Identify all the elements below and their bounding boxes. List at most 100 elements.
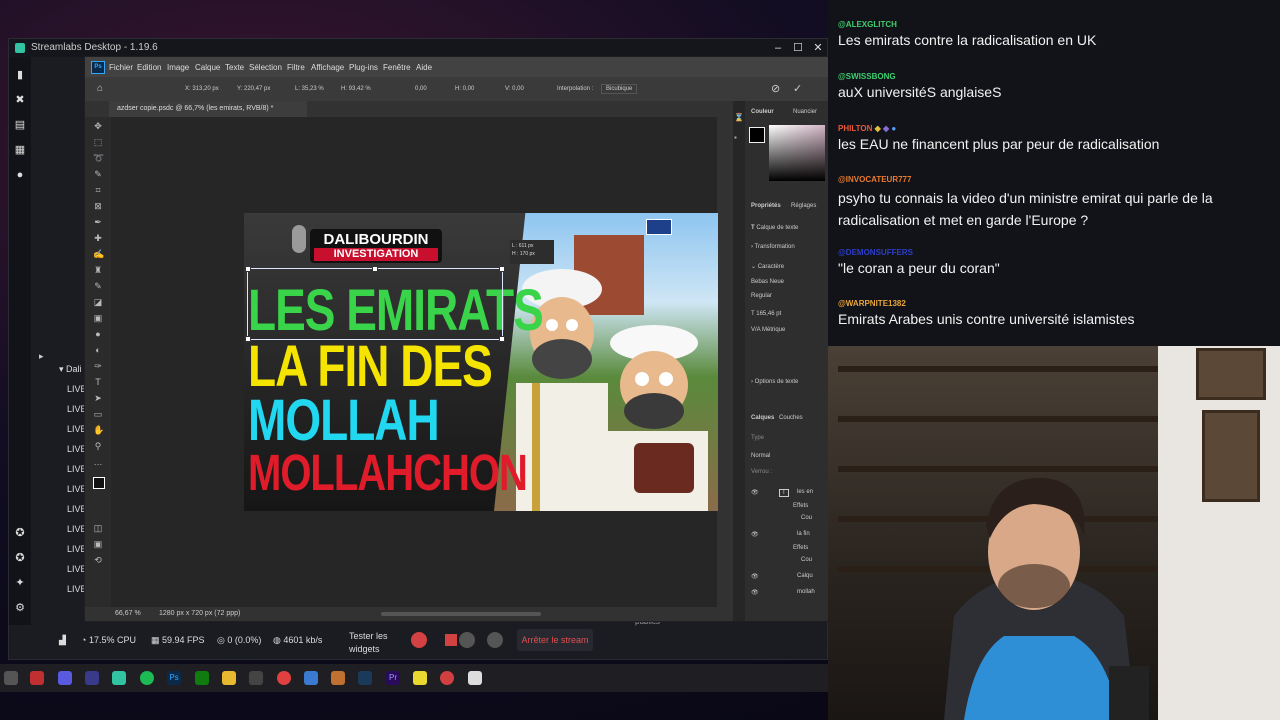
- menu-aide[interactable]: Aide: [416, 63, 432, 72]
- tab-couches[interactable]: Couches: [779, 415, 803, 421]
- caractere-section[interactable]: ⌄ Caractère: [751, 263, 784, 270]
- tab-reglages[interactable]: Réglages: [791, 203, 816, 209]
- crop-tool-icon[interactable]: ⌗: [93, 185, 103, 195]
- healing-tool-icon[interactable]: ✚: [93, 233, 103, 243]
- layer-eye-icon[interactable]: 👁: [751, 589, 759, 596]
- layer-filter-type[interactable]: Type: [751, 435, 764, 441]
- screen-mode-icon[interactable]: ▣: [93, 539, 103, 549]
- premiere-icon[interactable]: Pr: [386, 671, 400, 685]
- transform-handle[interactable]: [499, 336, 505, 342]
- app-icon[interactable]: [468, 671, 482, 685]
- steam-icon[interactable]: [358, 671, 372, 685]
- app-icon[interactable]: [413, 671, 427, 685]
- horizontal-scrollbar[interactable]: [381, 612, 541, 616]
- shape-tool-icon[interactable]: ▭: [93, 409, 103, 419]
- app-icon[interactable]: [440, 671, 454, 685]
- dashboard-icon[interactable]: ▮: [14, 69, 26, 81]
- layer-effect-item[interactable]: Cou: [801, 515, 812, 521]
- app-icon[interactable]: [249, 671, 263, 685]
- record-button[interactable]: [411, 632, 427, 648]
- width-field[interactable]: L: 35,23 %: [295, 86, 324, 92]
- test-widgets-button[interactable]: Tester les widgets: [349, 630, 399, 656]
- menu-filtre[interactable]: Filtre: [287, 63, 305, 72]
- font-style-select[interactable]: Regular: [751, 293, 772, 299]
- tab-nuancier[interactable]: Nuancier: [793, 109, 817, 115]
- share-icon[interactable]: ⟲: [93, 555, 103, 565]
- layer-eye-icon[interactable]: 👁: [751, 489, 759, 496]
- expand-arrow-icon[interactable]: ▸: [39, 351, 44, 362]
- kerning-select[interactable]: V/A Métrique: [751, 327, 785, 333]
- eyedropper-tool-icon[interactable]: ✒: [93, 217, 103, 227]
- layer-name[interactable]: Calqu: [797, 573, 813, 579]
- brush-tool-icon[interactable]: ✍: [93, 249, 104, 259]
- menu-fenetre[interactable]: Fenêtre: [383, 63, 411, 72]
- tab-couleur[interactable]: Couleur: [751, 109, 774, 115]
- stats-icon[interactable]: ▟: [59, 635, 66, 646]
- transform-bounding-box[interactable]: [245, 266, 505, 342]
- cancel-transform-icon[interactable]: ⊘: [771, 82, 780, 95]
- tools-icon[interactable]: ✖: [14, 94, 26, 106]
- store-icon[interactable]: ▤: [14, 119, 26, 131]
- type-tool-icon[interactable]: T: [93, 377, 103, 387]
- tab-calques[interactable]: Calques: [751, 415, 774, 421]
- interpolation-select[interactable]: Bicubique: [601, 84, 638, 94]
- close-icon[interactable]: ✕: [809, 39, 827, 57]
- app-icon[interactable]: [85, 671, 99, 685]
- y-field[interactable]: Y: 220,47 px: [237, 86, 270, 92]
- layer-eye-icon[interactable]: 👁: [751, 531, 759, 538]
- photoshop-icon[interactable]: Ps: [167, 671, 181, 685]
- foreground-color-swatch[interactable]: [93, 477, 105, 489]
- menu-affichage[interactable]: Affichage: [311, 63, 344, 72]
- menu-fichier[interactable]: Fichier: [109, 63, 133, 72]
- transformation-section[interactable]: › Transformation: [751, 244, 795, 250]
- layer-name[interactable]: mollah: [797, 589, 815, 595]
- folder-icon[interactable]: [222, 671, 236, 685]
- more-tools-icon[interactable]: …: [93, 457, 103, 467]
- vskew-field[interactable]: V: 0,00: [505, 86, 524, 92]
- menu-texte[interactable]: Texte: [225, 63, 244, 72]
- history-brush-tool-icon[interactable]: ✎: [93, 281, 103, 291]
- layer-effects[interactable]: Effets: [793, 503, 808, 509]
- stop-stream-button[interactable]: Arrêter le stream: [517, 629, 593, 651]
- foreground-swatch[interactable]: [749, 127, 765, 143]
- settings-icon[interactable]: ✪: [14, 552, 26, 564]
- eraser-tool-icon[interactable]: ◪: [93, 297, 103, 307]
- color-picker-field[interactable]: [769, 125, 825, 181]
- chrome-icon[interactable]: [277, 671, 291, 685]
- app-icon[interactable]: [331, 671, 345, 685]
- thumbnail-canvas[interactable]: DALIBOURDIN INVESTIGATION LES EMIRATS LA…: [244, 213, 718, 511]
- start-icon[interactable]: [4, 671, 18, 685]
- font-size-field[interactable]: T 165,46 pt: [751, 311, 781, 317]
- app-icon[interactable]: [304, 671, 318, 685]
- gear-icon[interactable]: ⚙: [14, 602, 26, 614]
- discord-icon[interactable]: [58, 671, 72, 685]
- history-icon[interactable]: ⌛: [734, 113, 744, 122]
- layer-name[interactable]: les en: [797, 489, 813, 495]
- hskew-field[interactable]: H: 0,00: [455, 86, 474, 92]
- commit-transform-icon[interactable]: ✓: [793, 82, 802, 95]
- dodge-tool-icon[interactable]: ◐: [93, 345, 103, 355]
- gradient-tool-icon[interactable]: ▣: [93, 313, 103, 323]
- maximize-icon[interactable]: ☐: [789, 39, 807, 57]
- xbox-icon[interactable]: [195, 671, 209, 685]
- plus-icon[interactable]: ✦: [14, 577, 26, 589]
- screenshot-button[interactable]: [487, 632, 503, 648]
- app-icon[interactable]: [30, 671, 44, 685]
- menu-edition[interactable]: Edition: [137, 63, 161, 72]
- minimize-icon[interactable]: –: [769, 39, 787, 57]
- zoom-level[interactable]: 66,67 %: [115, 607, 141, 621]
- pen-tool-icon[interactable]: ✑: [93, 361, 103, 371]
- height-field[interactable]: H: 93,42 %: [341, 86, 371, 92]
- menu-plugins[interactable]: Plug-ins: [349, 63, 378, 72]
- transform-handle[interactable]: [499, 266, 505, 272]
- layer-effects[interactable]: Effets: [793, 545, 808, 551]
- lasso-tool-icon[interactable]: ➰: [93, 153, 104, 163]
- menu-selection[interactable]: Sélection: [249, 63, 282, 72]
- angle-field[interactable]: 0,00: [415, 86, 427, 92]
- layer-effect-item[interactable]: Cou: [801, 557, 812, 563]
- hand-tool-icon[interactable]: ✋: [93, 425, 104, 435]
- blur-tool-icon[interactable]: ●: [93, 329, 103, 339]
- home-icon[interactable]: ⌂: [97, 83, 103, 94]
- spotify-icon[interactable]: [140, 671, 154, 685]
- transform-handle[interactable]: [245, 266, 251, 272]
